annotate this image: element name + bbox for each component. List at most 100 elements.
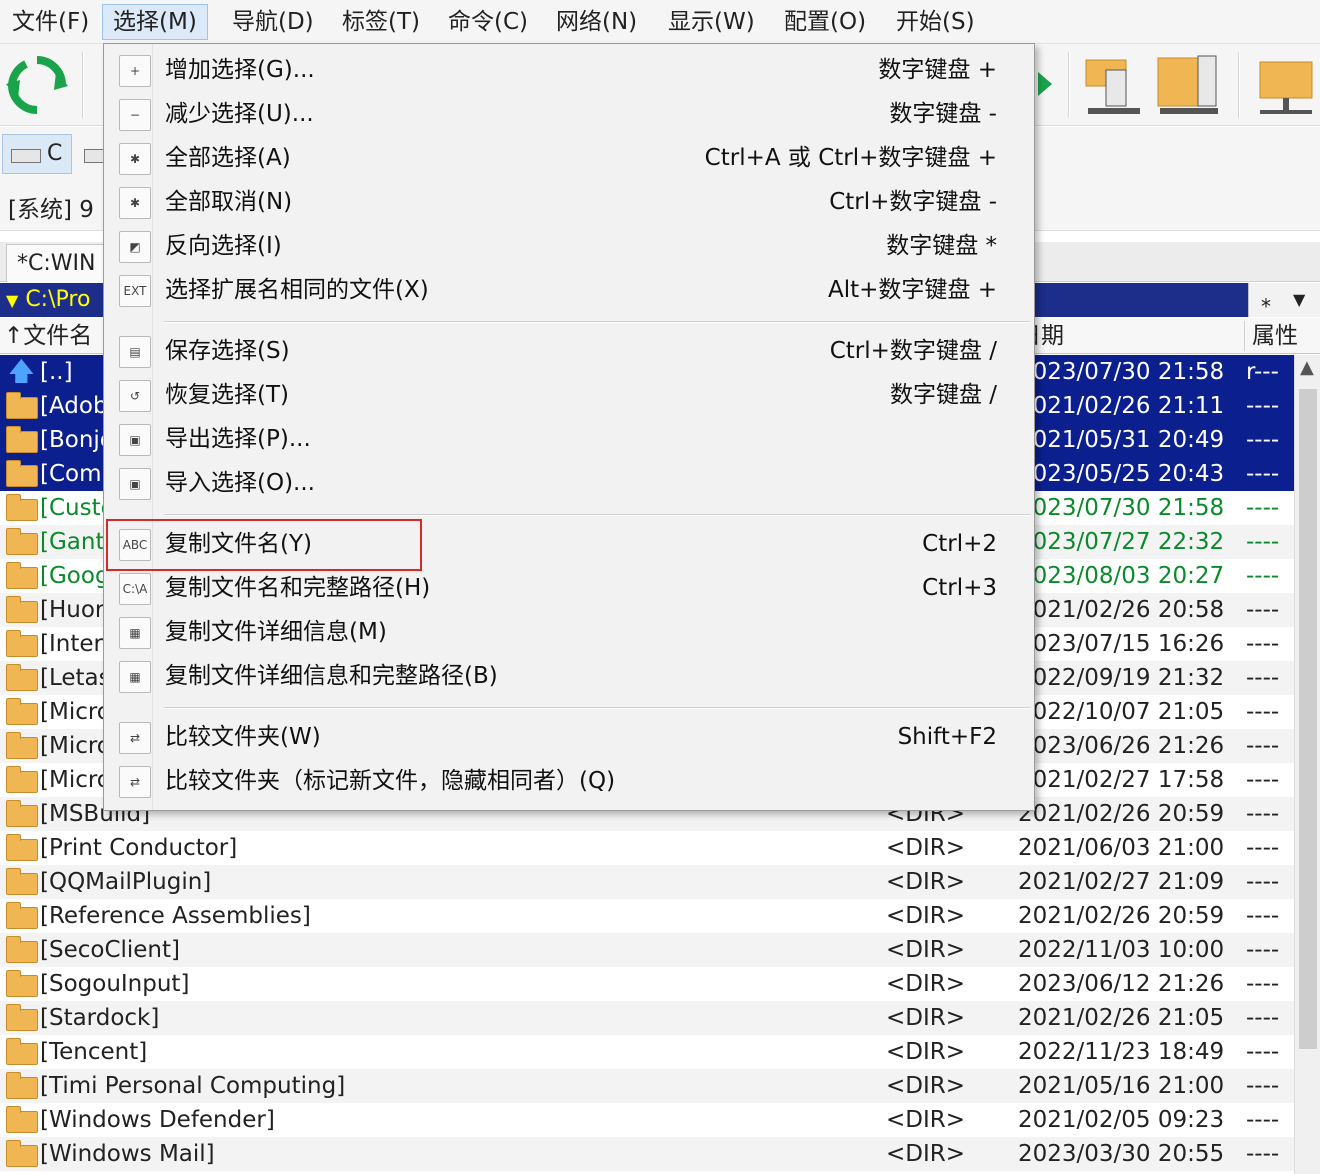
folder-icon [6,970,38,997]
menu-item[interactable]: − 减少选择(U)... 数字键盘 - [105,92,1033,136]
file-row[interactable]: [SecoClient] <DIR> 2022/11/03 10:00 ---- [0,933,1294,967]
file-date: 2021/02/27 17:58 [1018,767,1225,793]
folder-icon [6,1072,38,1099]
menu-item-label: 恢复选择(T) [165,382,289,408]
file-row[interactable]: [Timi Personal Computing] <DIR> 2021/05/16… [0,1069,1294,1103]
file-date: 2023/05/25 20:43 [1018,461,1225,487]
menu-select[interactable]: 选择(M) [102,4,208,40]
folder-icon [6,562,38,589]
menu-item[interactable]: ⇄ 比较文件夹（标记新文件，隐藏相同者）(Q) [105,759,1033,803]
menu-item[interactable]: C:\A 复制文件名和完整路径(H) Ctrl+3 [105,566,1033,610]
column-name-label: 文件名 [23,323,93,349]
file-date: 2021/06/03 21:00 [1018,835,1225,861]
menu-item[interactable]: ◩ 反向选择(I) 数字键盘 * [105,224,1033,268]
file-row[interactable]: [SogouInput] <DIR> 2023/06/12 21:26 ---- [0,967,1294,1001]
favorites-star-icon[interactable]: ⁎ [1261,285,1271,315]
drive-info-text: [系统] 9 [8,197,94,223]
drive-c-button[interactable]: C [2,134,72,174]
file-row[interactable]: [Windows Defender] <DIR> 2021/02/05 09:23-… [0,1103,1294,1137]
vertical-scrollbar[interactable]: ▲ [1294,355,1320,1174]
network-icon[interactable] [1256,52,1316,118]
file-row[interactable]: [Stardock] <DIR> 2021/02/26 21:05 ---- [0,1001,1294,1035]
menu-network[interactable]: 网络(N) [546,4,647,40]
file-date: 2023/07/30 21:58 [1018,495,1225,521]
path-text: C:\Pro [25,287,91,312]
drive-icon[interactable] [84,149,104,163]
menu-item-label: 复制文件详细信息(M) [165,619,387,645]
unpack-icon[interactable] [1156,52,1222,118]
menu-item[interactable]: ▣ 导出选择(P)... [105,417,1033,461]
menu-commands[interactable]: 命令(C) [438,4,538,40]
menu-item[interactable]: ▦ 复制文件详细信息和完整路径(B) [105,654,1033,698]
file-date: 2021/05/31 20:49 [1018,427,1225,453]
menu-item[interactable]: ↺ 恢复选择(T) 数字键盘 / [105,373,1033,417]
menu-start[interactable]: 开始(S) [886,4,985,40]
play-icon[interactable] [1038,72,1052,96]
refresh-icon[interactable] [4,52,70,118]
menu-item-shortcut: 数字键盘 / [889,382,997,408]
menu-item[interactable]: ▤ 保存选择(S) Ctrl+数字键盘 / [105,329,1033,373]
file-row[interactable]: [Tencent] <DIR> 2022/11/23 18:49 ---- [0,1035,1294,1069]
menu-item[interactable]: ▦ 复制文件详细信息(M) [105,610,1033,654]
folder-icon [6,494,38,521]
column-name[interactable]: ↑文件名 [4,318,92,354]
compare-folders-mark-icon: ⇄ [119,766,151,798]
file-size: <DIR> [886,869,966,895]
scroll-up-icon[interactable]: ▲ [1300,357,1314,378]
file-attr: ---- [1246,835,1280,861]
menu-item-label: 导入选择(O)... [165,470,315,496]
menu-navigate[interactable]: 导航(D) [222,4,324,40]
scrollbar-thumb[interactable] [1299,389,1317,1049]
folder-icon [6,596,38,623]
menu-item[interactable]: ✱ 全部选择(A) Ctrl+A 或 Ctrl+数字键盘 + [105,136,1033,180]
copy-fullpath-icon: C:\A [119,573,151,605]
copy-filename-icon: ABC [119,529,151,561]
folder-icon [6,1140,38,1167]
folder-icon [6,630,38,657]
copy-details-icon: ▦ [119,617,151,649]
file-date: 2023/07/15 16:26 [1018,631,1225,657]
file-name: [Timi Personal Computing] [40,1073,346,1099]
menu-item[interactable]: + 增加选择(G)... 数字键盘 + [105,48,1033,92]
copy-details-path-icon: ▦ [119,661,151,693]
file-row[interactable]: [Print Conductor] <DIR> 2021/06/03 21:00 --… [0,831,1294,865]
current-path[interactable]: ▼ C:\Pro [6,283,90,318]
toolbar-separator [1068,52,1070,118]
save-selection-icon: ▤ [119,336,151,368]
file-attr: ---- [1246,563,1280,589]
file-attr: ---- [1246,971,1280,997]
select-all-icon: ✱ [119,143,151,175]
file-attr: ---- [1246,1107,1280,1133]
file-size: <DIR> [886,937,966,963]
menu-item[interactable]: ⇄ 比较文件夹(W) Shift+F2 [105,715,1033,759]
restore-selection-icon: ↺ [119,380,151,412]
menu-item-shortcut: Alt+数字键盘 + [828,277,997,303]
file-name: [..] [40,359,73,385]
history-dropdown-icon[interactable]: ▼ [1293,285,1305,315]
pack-icon[interactable] [1084,52,1146,118]
menu-tabs[interactable]: 标签(T) [332,4,430,40]
menu-item[interactable]: ✱ 全部取消(N) Ctrl+数字键盘 - [105,180,1033,224]
file-attr: ---- [1246,699,1280,725]
file-attr: ---- [1246,767,1280,793]
parent-folder-icon: 🡅 [8,357,35,387]
menu-config[interactable]: 配置(O) [774,4,876,40]
deselect-all-icon: ✱ [119,187,151,219]
file-name: [QQMailPlugin] [40,869,212,895]
menu-file[interactable]: 文件(F) [2,4,99,40]
file-row[interactable]: [Reference Assemblies] <DIR> 2021/02/26 20… [0,899,1294,933]
menu-item[interactable]: ABC 复制文件名(Y) Ctrl+2 [105,522,1033,566]
toolbar-separator [1238,52,1240,118]
menu-show[interactable]: 显示(W) [658,4,765,40]
menu-item[interactable]: ▣ 导入选择(O)... [105,461,1033,505]
file-attr: ---- [1246,393,1280,419]
menu-bar: 文件(F) 选择(M) 导航(D) 标签(T) 命令(C) 网络(N) 显示(W… [0,0,1320,44]
select-menu-dropdown: + 增加选择(G)... 数字键盘 + − 减少选择(U)... 数字键盘 - ✱ 全部选择(… [103,43,1035,811]
file-row[interactable]: [QQMailPlugin] <DIR> 2021/02/27 21:09 ---- [0,865,1294,899]
file-date: 2021/02/27 21:09 [1018,869,1225,895]
menu-item[interactable]: EXT 选择扩展名相同的文件(X) Alt+数字键盘 + [105,268,1033,312]
file-name: [Reference Assemblies] [40,903,311,929]
file-attr: ---- [1246,869,1280,895]
file-row[interactable]: [Windows Mail] <DIR> 2023/03/30 20:55 ---- [0,1137,1294,1171]
column-attr[interactable]: 属性 [1252,318,1298,354]
